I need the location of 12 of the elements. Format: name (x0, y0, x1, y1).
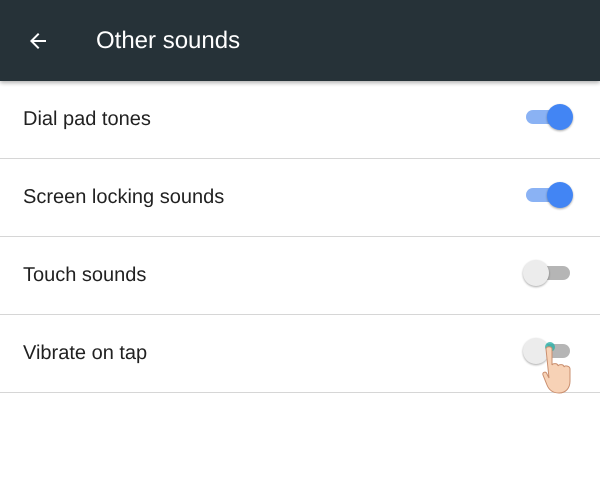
settings-row[interactable]: Touch sounds (0, 237, 600, 315)
toggle-switch[interactable] (524, 103, 572, 131)
setting-label: Vibrate on tap (23, 342, 148, 365)
setting-label: Screen locking sounds (23, 186, 224, 209)
setting-label: Touch sounds (23, 264, 146, 287)
setting-label: Dial pad tones (23, 108, 151, 131)
screen-title: Other sounds (96, 26, 240, 54)
settings-row[interactable]: Dial pad tones (0, 81, 600, 159)
toggle-switch[interactable] (524, 181, 572, 209)
settings-row[interactable]: Screen locking sounds (0, 159, 600, 237)
toggle-switch[interactable] (524, 259, 572, 287)
settings-row[interactable]: Vibrate on tap (0, 315, 600, 393)
